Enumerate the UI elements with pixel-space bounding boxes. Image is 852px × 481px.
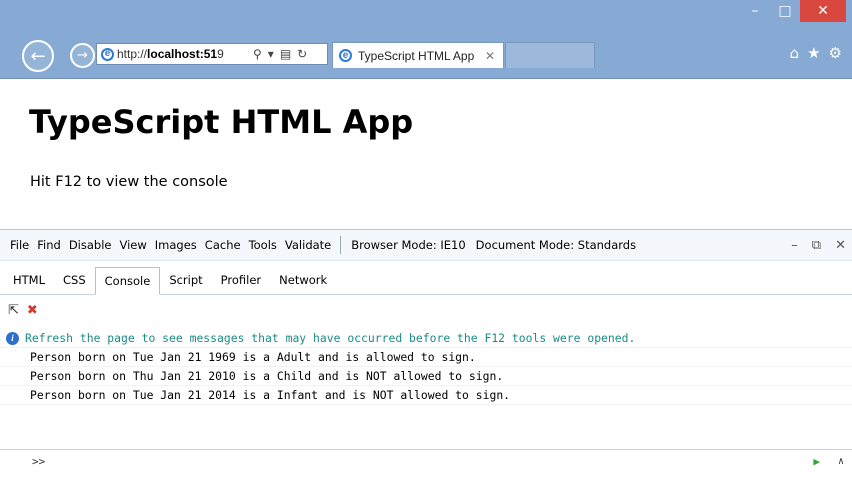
browser-mode-menu[interactable]: Browser Mode: IE10 [351, 238, 465, 252]
menu-file[interactable]: File [10, 238, 29, 252]
tab-script[interactable]: Script [160, 267, 211, 293]
tab-network[interactable]: Network [270, 267, 336, 293]
devtools-menubar: File Find Disable View Images Cache Tool… [0, 230, 852, 261]
compat-view-icon[interactable]: ▤ [280, 47, 291, 61]
address-actions: ⚲ ▾ ▤ ↻ [253, 47, 307, 61]
back-button[interactable]: ← [22, 40, 54, 72]
browser-chrome: – □ ✕ ← → e http://localhost:519 ⚲ ▾ ▤ ↻… [0, 0, 852, 79]
info-icon: i [6, 331, 19, 345]
search-icon[interactable]: ⚲ [253, 47, 262, 61]
arrow-left-icon: ← [30, 45, 46, 67]
menu-tools[interactable]: Tools [249, 238, 277, 252]
url-text[interactable]: http://localhost:519 [117, 47, 249, 61]
page-subtext: Hit F12 to view the console [30, 174, 228, 190]
ie-logo-icon: e [101, 47, 114, 61]
arrow-right-icon: → [77, 48, 88, 63]
menu-find[interactable]: Find [37, 238, 61, 252]
window-controls: – □ ✕ [740, 0, 846, 22]
tab-html[interactable]: HTML [4, 267, 54, 293]
run-script-icon[interactable]: ▶ [813, 455, 820, 468]
menu-validate[interactable]: Validate [285, 238, 331, 252]
clear-console-icon[interactable]: ✖ [27, 303, 38, 318]
console-info-row: i Refresh the page to see messages that … [0, 329, 852, 348]
menu-view[interactable]: View [119, 238, 146, 252]
close-icon[interactable]: ✕ [835, 238, 846, 253]
dropdown-icon[interactable]: ▾ [268, 47, 274, 61]
address-bar[interactable]: e http://localhost:519 ⚲ ▾ ▤ ↻ [96, 43, 328, 65]
devtools-window-controls: – ⧉ ✕ [791, 238, 846, 253]
devtools-tabbar: HTML CSS Console Script Profiler Network [0, 266, 852, 295]
browser-tab[interactable]: e TypeScript HTML App ✕ [332, 42, 504, 68]
tab-title: TypeScript HTML App [358, 48, 475, 63]
console-prompt: >> [32, 455, 46, 468]
menu-separator [340, 236, 342, 254]
undock-icon[interactable]: ⧉ [812, 238, 821, 253]
expand-input-icon[interactable]: ∧ [838, 456, 844, 467]
document-mode-menu[interactable]: Document Mode: Standards [476, 238, 636, 252]
console-input[interactable]: >> ▶ ∧ [0, 449, 852, 473]
tab-profiler[interactable]: Profiler [212, 267, 271, 293]
new-tab-button[interactable] [505, 42, 595, 68]
console-line: Person born on Tue Jan 21 2014 is a Infa… [0, 386, 852, 405]
minimize-icon[interactable]: – [740, 0, 770, 22]
favorites-star-icon[interactable]: ★ [807, 44, 820, 62]
home-icon[interactable]: ⌂ [790, 44, 800, 62]
close-tab-icon[interactable]: ✕ [485, 49, 495, 63]
select-element-icon[interactable]: ⇱ [8, 303, 19, 318]
maximize-icon[interactable]: □ [770, 0, 800, 22]
refresh-icon[interactable]: ↻ [297, 47, 307, 61]
browser-actions: ⌂ ★ ⚙ [790, 44, 842, 62]
page-title: TypeScript HTML App [29, 103, 414, 141]
console-line: Person born on Thu Jan 21 2010 is a Chil… [0, 367, 852, 386]
tab-css[interactable]: CSS [54, 267, 95, 293]
close-window-icon[interactable]: ✕ [800, 0, 846, 22]
console-output: i Refresh the page to see messages that … [0, 329, 852, 459]
page-content: TypeScript HTML App Hit F12 to view the … [0, 79, 852, 229]
menu-images[interactable]: Images [155, 238, 197, 252]
minimize-icon[interactable]: – [791, 238, 798, 253]
menu-disable[interactable]: Disable [69, 238, 112, 252]
console-toolbar: ⇱ ✖ [0, 299, 38, 321]
ie-logo-icon: e [339, 49, 352, 62]
console-info-text: Refresh the page to see messages that ma… [25, 331, 636, 345]
tab-console[interactable]: Console [94, 266, 161, 295]
menu-cache[interactable]: Cache [205, 238, 241, 252]
settings-gear-icon[interactable]: ⚙ [829, 44, 842, 62]
developer-tools-panel: File Find Disable View Images Cache Tool… [0, 229, 852, 481]
forward-button[interactable]: → [70, 43, 95, 68]
console-line: Person born on Tue Jan 21 1969 is a Adul… [0, 348, 852, 367]
